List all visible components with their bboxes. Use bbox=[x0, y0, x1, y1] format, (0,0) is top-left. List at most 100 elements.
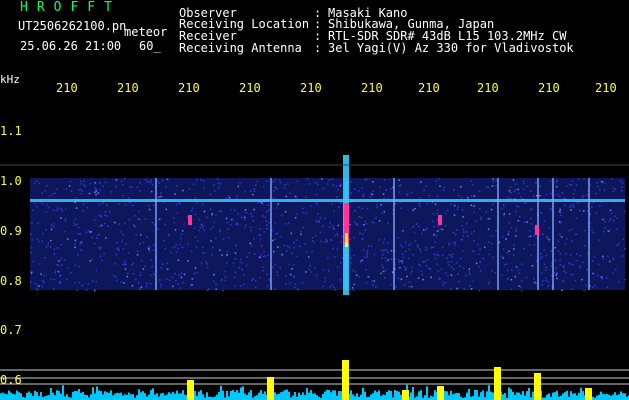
noise-speck bbox=[599, 205, 601, 207]
noise-speck bbox=[117, 247, 120, 249]
noise-speck bbox=[503, 205, 505, 207]
noise-speck bbox=[544, 219, 546, 222]
noise-speck bbox=[399, 266, 401, 269]
noise-speck bbox=[514, 275, 516, 278]
noise-speck bbox=[591, 229, 593, 232]
noise-speck bbox=[31, 222, 33, 224]
power-bar bbox=[280, 392, 282, 400]
noise-speck bbox=[426, 202, 428, 205]
power-bar bbox=[108, 393, 110, 400]
noise-speck bbox=[337, 189, 339, 191]
power-bar bbox=[330, 392, 332, 400]
noise-speck bbox=[494, 272, 497, 274]
noise-speck bbox=[123, 263, 126, 265]
noise-speck bbox=[239, 182, 241, 185]
noise-speck bbox=[134, 215, 136, 217]
noise-speck bbox=[412, 254, 414, 256]
noise-speck bbox=[203, 180, 205, 182]
noise-speck bbox=[460, 239, 462, 241]
noise-speck bbox=[491, 269, 493, 272]
noise-speck bbox=[472, 183, 474, 186]
noise-speck bbox=[249, 190, 252, 192]
noise-speck bbox=[100, 224, 103, 227]
noise-speck bbox=[127, 197, 130, 199]
noise-speck bbox=[175, 203, 178, 206]
noise-speck bbox=[78, 281, 81, 284]
power-bar bbox=[618, 394, 620, 400]
noise-speck bbox=[324, 277, 327, 279]
noise-speck bbox=[52, 193, 54, 195]
noise-speck bbox=[203, 229, 206, 232]
noise-speck bbox=[253, 237, 255, 240]
noise-speck bbox=[360, 216, 363, 219]
noise-speck bbox=[124, 203, 127, 206]
noise-speck bbox=[124, 268, 127, 270]
noise-speck bbox=[174, 229, 177, 231]
power-bar bbox=[512, 391, 514, 400]
noise-speck bbox=[251, 279, 253, 282]
noise-speck bbox=[349, 238, 351, 241]
noise-speck bbox=[560, 236, 563, 238]
power-bar bbox=[514, 394, 516, 400]
noise-speck bbox=[531, 223, 533, 225]
noise-speck bbox=[401, 262, 404, 265]
power-bar bbox=[34, 390, 36, 400]
noise-speck bbox=[440, 268, 443, 270]
power-bar bbox=[206, 392, 208, 400]
noise-speck bbox=[300, 231, 302, 233]
echo-streak bbox=[270, 178, 272, 290]
noise-speck bbox=[398, 191, 401, 193]
noise-speck bbox=[294, 283, 297, 285]
noise-speck bbox=[267, 204, 269, 206]
noise-speck bbox=[354, 221, 356, 223]
noise-speck bbox=[319, 217, 322, 219]
noise-speck bbox=[138, 210, 140, 213]
noise-speck bbox=[530, 254, 532, 257]
noise-speck bbox=[437, 270, 440, 272]
noise-speck bbox=[30, 247, 33, 249]
duration: 60_ bbox=[139, 40, 161, 52]
power-bar bbox=[326, 389, 328, 400]
noise-speck bbox=[473, 195, 476, 197]
noise-speck bbox=[332, 247, 334, 250]
noise-speck bbox=[263, 251, 265, 253]
noise-speck bbox=[66, 278, 68, 280]
noise-speck bbox=[274, 264, 276, 266]
power-bar bbox=[300, 395, 302, 400]
power-bar bbox=[564, 392, 566, 400]
noise-speck bbox=[249, 213, 252, 215]
noise-speck bbox=[58, 281, 61, 284]
noise-speck bbox=[507, 278, 509, 281]
noise-speck bbox=[243, 274, 245, 277]
noise-speck bbox=[272, 239, 274, 242]
noise-speck bbox=[264, 216, 267, 219]
noise-speck bbox=[366, 254, 368, 256]
noise-speck bbox=[194, 197, 197, 199]
noise-speck bbox=[520, 280, 523, 282]
noise-speck bbox=[462, 228, 465, 231]
noise-speck bbox=[563, 270, 565, 273]
noise-speck bbox=[443, 186, 445, 189]
noise-speck bbox=[165, 186, 167, 188]
noise-speck bbox=[140, 234, 142, 236]
power-bar bbox=[508, 387, 510, 400]
noise-speck bbox=[403, 266, 406, 268]
noise-speck bbox=[586, 194, 588, 196]
power-bar bbox=[600, 391, 602, 400]
noise-speck bbox=[259, 276, 261, 279]
power-bar bbox=[100, 391, 102, 400]
hrofft-screen: HROFFT UT2506262100.pn meteor 25.06.26 2… bbox=[0, 0, 629, 400]
noise-speck bbox=[385, 260, 388, 263]
power-bar bbox=[240, 387, 242, 400]
noise-speck bbox=[425, 229, 427, 231]
noise-speck bbox=[454, 233, 457, 236]
noise-speck bbox=[410, 242, 412, 245]
noise-speck bbox=[624, 210, 626, 213]
noise-speck bbox=[334, 289, 337, 291]
noise-speck bbox=[559, 214, 562, 216]
noise-speck bbox=[459, 265, 461, 267]
power-bar bbox=[150, 390, 152, 400]
noise-speck bbox=[570, 263, 572, 265]
noise-speck bbox=[609, 209, 612, 212]
noise-speck bbox=[609, 260, 611, 263]
